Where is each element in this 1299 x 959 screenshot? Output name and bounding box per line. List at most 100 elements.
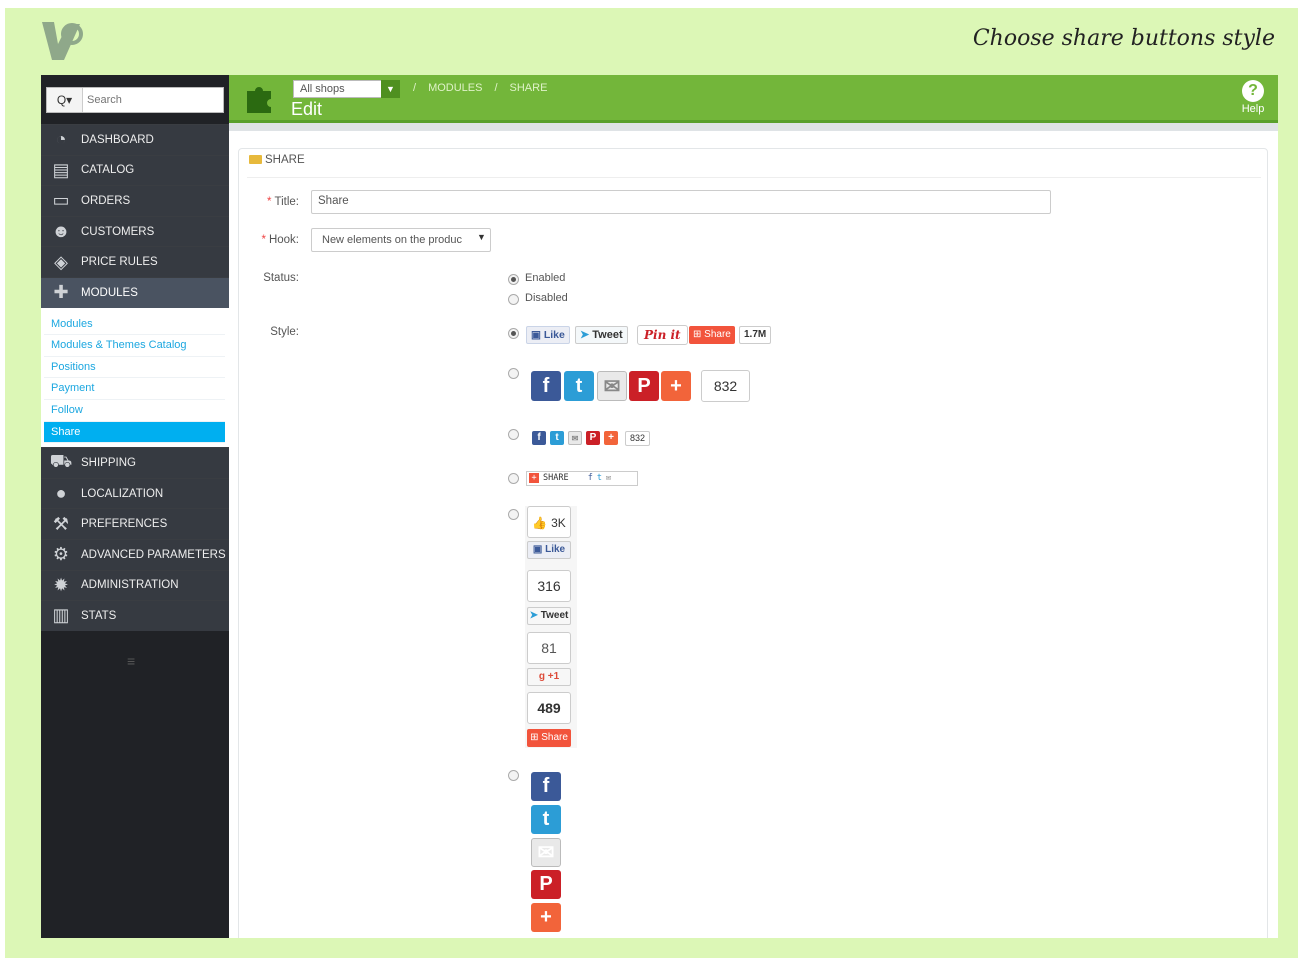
share-panel: SHARE: [238, 148, 1268, 938]
tweet-count: 316: [527, 570, 571, 602]
stats-icon: ▥: [52, 605, 70, 626]
style-2-radio[interactable]: [508, 368, 519, 379]
submenu-item-modules[interactable]: Modules: [44, 314, 225, 336]
page-header: All shops ▼ / MODULES / SHARE Edit ? Help: [229, 75, 1278, 123]
share-count: 1.7M: [739, 326, 772, 344]
breadcrumb-separator: /: [494, 82, 498, 94]
status-disabled-label: Disabled: [525, 292, 568, 304]
pinterest-icon: P: [586, 431, 600, 445]
divider: [247, 177, 1261, 178]
facebook-icon: f: [531, 772, 561, 801]
administration-icon: ✹: [53, 574, 69, 595]
addthis-plus-icon: +: [604, 431, 618, 445]
status-label: Status:: [263, 272, 299, 284]
chevron-down-icon[interactable]: ▼: [381, 80, 400, 98]
modules-icon: ✚: [53, 282, 69, 303]
pinterest-pin-button: Pin it: [637, 325, 688, 345]
hook-select[interactable]: New elements on the produc: [311, 228, 491, 252]
twitter-icon: t: [564, 371, 594, 401]
breadcrumb-item[interactable]: SHARE: [510, 82, 548, 94]
sidebar-item-label: DASHBOARD: [81, 133, 154, 146]
style-4-radio[interactable]: [508, 473, 519, 484]
mail-icon: ✉: [568, 431, 582, 445]
pinterest-icon: P: [629, 371, 659, 401]
style-label: Style:: [270, 326, 299, 338]
twitter-icon: t: [596, 473, 602, 483]
mail-icon: ✉: [531, 838, 561, 867]
sidebar-item-localization[interactable]: ● LOCALIZATION: [41, 477, 229, 509]
style-5-radio[interactable]: [508, 509, 519, 520]
sidebar-item-label: MODULES: [81, 286, 138, 299]
submenu-item-share[interactable]: Share: [44, 421, 225, 444]
search-dropdown-button[interactable]: Q▾: [47, 88, 83, 112]
style-6-radio[interactable]: [508, 770, 519, 781]
title-input[interactable]: Share: [311, 190, 1051, 214]
submenu-item-modules-themes-catalog[interactable]: Modules & Themes Catalog: [44, 335, 225, 357]
submenu-item-positions[interactable]: Positions: [44, 357, 225, 379]
share-count: 832: [625, 431, 651, 446]
facebook-icon: f: [531, 371, 561, 401]
status-disabled-radio[interactable]: [508, 294, 519, 305]
sidebar-item-label: ADVANCED PARAMETERS: [81, 548, 226, 561]
submenu-item-payment[interactable]: Payment: [44, 378, 225, 400]
addthis-plus-icon: +: [531, 903, 561, 932]
tweet-button: ➤ Tweet: [527, 607, 571, 625]
share-count: 489: [527, 692, 571, 724]
search-input[interactable]: [87, 91, 221, 109]
addthis-plus-icon: +: [661, 371, 691, 401]
logo: [42, 22, 83, 60]
addthis-plus-icon: +: [529, 473, 539, 483]
mail-icon: ✉: [605, 473, 612, 483]
sidebar-item-administration[interactable]: ✹ ADMINISTRATION: [41, 569, 229, 601]
hook-label: * Hook:: [261, 234, 299, 246]
style-3-radio[interactable]: [508, 429, 519, 440]
catalog-icon: ▤: [52, 159, 70, 180]
facebook-like-button: ▣ Like: [526, 326, 570, 344]
help-button[interactable]: ? Help: [1238, 80, 1268, 115]
help-label: Help: [1241, 103, 1265, 115]
sidebar-item-preferences[interactable]: ⚒ PREFERENCES: [41, 508, 229, 539]
advanced-parameters-icon: ⚙: [52, 544, 70, 565]
sidebar-item-advanced-parameters[interactable]: ⚙ ADVANCED PARAMETERS: [41, 538, 229, 570]
facebook-like-button: ▣ Like: [527, 541, 571, 559]
sidebar-item-label: PRICE RULES: [81, 256, 158, 269]
search-box: Q▾: [46, 87, 224, 113]
folder-icon: [249, 155, 262, 164]
sidebar-item-label: ORDERS: [81, 194, 131, 207]
sidebar-item-shipping[interactable]: ⛟ SHIPPING: [41, 447, 229, 478]
dashboard-icon: ◔: [55, 129, 67, 150]
addthis-share-button: ⊞ Share: [527, 729, 571, 747]
sidebar-item-label: PREFERENCES: [81, 518, 168, 531]
chevron-down-icon: ▼: [477, 232, 486, 242]
sidebar-item-label: ADMINISTRATION: [81, 579, 179, 592]
panel-heading: SHARE: [249, 154, 305, 176]
toolbar-strip: [229, 123, 1278, 131]
sidebar-item-label: CUSTOMERS: [81, 225, 155, 238]
mail-icon: ✉: [597, 371, 627, 401]
puzzle-icon: [247, 87, 271, 113]
price-rules-icon: ◈: [54, 251, 68, 272]
app-window: Q▾ ◔ DASHBOARD ▤ CATALOG ▭ ORDERS ☻ CUSTOMER…: [41, 75, 1278, 938]
orders-icon: ▭: [52, 190, 70, 211]
page-title: Edit: [291, 99, 323, 119]
submenu-item-follow[interactable]: Follow: [44, 400, 225, 422]
shipping-icon: ⛟: [49, 450, 73, 471]
breadcrumb-item[interactable]: MODULES: [428, 82, 482, 94]
status-enabled-radio[interactable]: [508, 274, 519, 285]
twitter-icon: t: [550, 431, 564, 445]
help-icon: ?: [1242, 80, 1264, 102]
pinterest-icon: P: [531, 870, 561, 899]
sidebar-item-dashboard[interactable]: ◔ DASHBOARD: [41, 124, 229, 155]
google-plus-button: g +1: [527, 668, 571, 686]
collapse-menu-icon[interactable]: ≡: [127, 653, 135, 669]
sidebar-item-stats[interactable]: ▥ STATS: [41, 600, 229, 631]
vertical-counter-stack: 👍 3K ▣ Like 316 ➤ Tweet 81 g +1 489 ⊞ Sh…: [525, 506, 577, 748]
page-headline: Choose share buttons style: [972, 26, 1275, 51]
share-label: SHARE: [543, 473, 569, 483]
localization-icon: ●: [55, 483, 67, 504]
style-1-radio[interactable]: [508, 328, 519, 339]
sidebar-item-catalog[interactable]: ▤ CATALOG: [41, 154, 229, 186]
sidebar-item-label: LOCALIZATION: [81, 487, 164, 500]
title-label: * Title:: [267, 196, 299, 208]
like-count: 👍 3K: [527, 506, 571, 538]
